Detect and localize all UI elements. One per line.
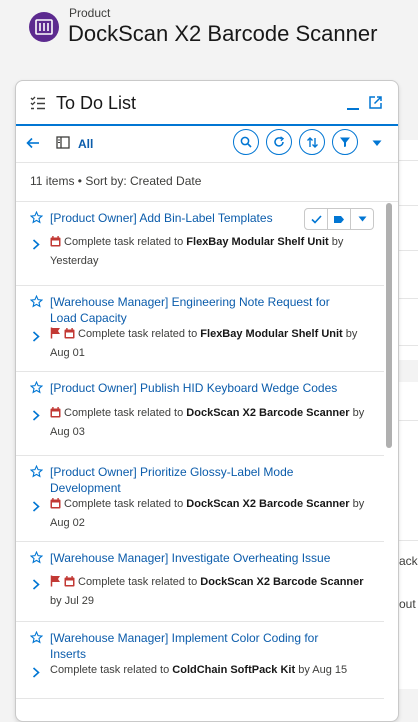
priority-flag-icon [50,575,61,593]
related-record-name: FlexBay Modular Shelf Unit [200,328,343,340]
task-description: Complete task related to DockScan X2 Bar… [50,496,370,532]
sort-button[interactable] [299,129,325,155]
related-record-name: DockScan X2 Barcode Scanner [200,576,364,588]
due-date: by Aug 15 [295,664,348,676]
task-title-link[interactable]: [Warehouse Manager] Engineering Note Req… [50,294,348,326]
related-record-name: DockScan X2 Barcode Scanner [186,498,350,510]
bg-snippet: out [399,597,416,611]
bg-divider [398,205,418,206]
product-object-icon [29,12,59,42]
bg-divider [398,298,418,299]
record-header: Product DockScan X2 Barcode Scanner [0,0,418,64]
favorite-star-icon[interactable] [29,380,44,399]
bg-divider [398,250,418,251]
tag-button[interactable] [328,209,351,229]
related-record-name: FlexBay Modular Shelf Unit [186,236,329,248]
task-item[interactable]: [Warehouse Manager] Investigate Overheat… [16,542,384,622]
task-title-link[interactable]: [Product Owner] Add Bin-Label Templates [50,210,290,226]
task-description: Complete task related to DockScan X2 Bar… [50,405,370,441]
panel-header: To Do List [16,81,398,126]
scrollbar-thumb[interactable] [386,203,392,448]
task-description-prefix: Complete task related to [64,498,187,510]
task-description: Complete task related to FlexBay Modular… [50,234,370,270]
scrollbar[interactable] [385,203,393,721]
expand-chevron-icon[interactable] [32,665,40,683]
task-title-link[interactable]: [Warehouse Manager] Investigate Overheat… [50,550,348,566]
filter-button[interactable] [332,129,358,155]
panel-title: To Do List [56,93,137,113]
due-date: by Jul 29 [50,595,95,607]
related-record-name: DockScan X2 Barcode Scanner [186,407,350,419]
task-list: [Product Owner] Add Bin-Label Templates C… [16,202,384,699]
expand-chevron-icon[interactable] [32,577,40,595]
chevron-down-icon [358,216,366,222]
task-item[interactable]: [Warehouse Manager] Implement Color Codi… [16,622,384,699]
task-title-link[interactable]: [Product Owner] Prioritize Glossy-Label … [50,464,348,496]
popout-icon[interactable] [369,96,382,109]
item-count-sort: 11 items • Sort by: Created Date [30,174,202,188]
task-description-prefix: Complete task related to [50,664,173,676]
favorite-star-icon[interactable] [29,210,44,229]
search-button[interactable] [233,129,259,155]
bg-divider [398,345,418,346]
related-record-name: ColdChain SoftPack Kit [172,664,296,676]
task-title-link[interactable]: [Warehouse Manager] Implement Color Codi… [50,630,348,662]
bg-divider [398,540,418,541]
object-type-label: Product [69,6,111,20]
check-icon [310,214,322,224]
minimize-icon[interactable] [346,95,360,111]
favorite-star-icon[interactable] [29,294,44,313]
todo-panel: To Do List All 11 items • Sort by: Creat… [15,80,399,722]
expand-chevron-icon[interactable] [32,329,40,347]
filter-icon [340,137,350,147]
bg-divider [398,420,418,421]
bg-snippet: ack, [399,554,418,568]
task-description-prefix: Complete task related to [78,576,201,588]
task-item[interactable]: [Product Owner] Prioritize Glossy-Label … [16,456,384,542]
task-description-prefix: Complete task related to [78,328,201,340]
list-view-selector[interactable]: All [78,137,93,151]
task-item[interactable]: [Product Owner] Publish HID Keyboard Wed… [16,372,384,456]
bg-section [398,360,418,382]
expand-chevron-icon[interactable] [32,237,40,255]
mark-complete-button[interactable] [305,209,328,229]
task-description: Complete task related to ColdChain SoftP… [50,662,370,679]
list-summary: 11 items • Sort by: Created Date [16,163,398,202]
record-title: DockScan X2 Barcode Scanner [68,21,378,46]
expand-chevron-icon[interactable] [32,408,40,426]
tag-icon [334,215,344,223]
calendar-icon [50,498,61,515]
favorite-star-icon[interactable] [29,464,44,483]
task-list-icon [30,96,45,110]
task-description-prefix: Complete task related to [64,407,187,419]
row-menu-button[interactable] [351,209,373,229]
row-action-group [304,208,374,230]
calendar-icon [64,576,75,593]
priority-flag-icon [50,327,61,345]
refresh-icon [274,136,285,147]
task-description: Complete task related to DockScan X2 Bar… [50,574,370,610]
calendar-icon [50,236,61,253]
sort-arrows-icon [306,136,318,148]
task-item[interactable]: [Warehouse Manager] Engineering Note Req… [16,286,384,372]
calendar-icon [50,407,61,424]
favorite-star-icon[interactable] [29,550,44,569]
task-item[interactable]: [Product Owner] Add Bin-Label Templates C… [16,202,384,286]
favorite-star-icon[interactable] [29,630,44,649]
list-view-icon [56,136,70,149]
expand-chevron-icon[interactable] [32,499,40,517]
calendar-icon [64,328,75,345]
task-title-link[interactable]: [Product Owner] Publish HID Keyboard Wed… [50,380,348,396]
search-icon [240,136,252,148]
task-description-prefix: Complete task related to [64,236,187,248]
list-menu-caret-icon[interactable] [372,140,382,147]
list-toolbar: All [16,126,398,163]
back-arrow-icon[interactable] [26,137,40,149]
task-description: Complete task related to FlexBay Modular… [50,326,370,362]
refresh-button[interactable] [266,129,292,155]
bg-divider [398,160,418,161]
